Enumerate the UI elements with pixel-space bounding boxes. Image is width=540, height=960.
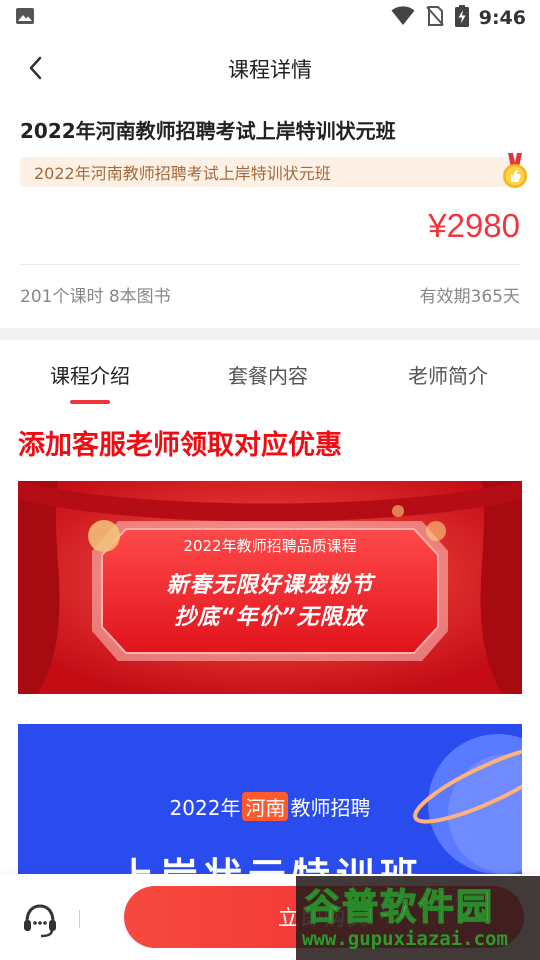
wifi-icon bbox=[391, 5, 415, 31]
course-tag-banner: 2022年河南教师招聘考试上岸特训状元班 bbox=[20, 157, 520, 187]
battery-charging-icon bbox=[454, 5, 469, 31]
course-price: ¥2980 bbox=[428, 207, 520, 244]
banner-headline-2: 抄底“年价”无限放 bbox=[174, 605, 366, 630]
chevron-left-icon bbox=[28, 56, 44, 84]
image-icon bbox=[14, 5, 36, 31]
status-bar: 9:46 bbox=[0, 0, 540, 36]
banner-headline: 上岸状元特训班 bbox=[18, 846, 522, 874]
promo-heading: 添加客服老师领取对应优惠 bbox=[18, 430, 342, 461]
promo-banner-new-year[interactable]: 2022年教师招聘品质课程 新春无限好课宠粉节 抄底“年价”无限放 bbox=[18, 481, 522, 694]
tab-teacher-profile[interactable]: 老师简介 bbox=[408, 360, 488, 389]
watermark-url: www.gupuxiazai.com bbox=[302, 928, 508, 950]
back-button[interactable] bbox=[18, 52, 54, 88]
banner-category: 教师招聘 bbox=[290, 796, 371, 820]
banner-region-highlight: 河南 bbox=[242, 792, 289, 821]
medal-thumb-icon bbox=[500, 153, 530, 189]
promo-banner-henan[interactable]: 2022年 河南 教师招聘 上岸状元特训班 bbox=[18, 724, 522, 874]
tab-package-contents[interactable]: 套餐内容 bbox=[228, 360, 308, 389]
course-detail-page: 9:46 课程详情 2022年河南教师招聘考试上岸特训状元班 2022年河南教师… bbox=[0, 0, 540, 960]
lessons-info: 201个课时 8本图书 bbox=[20, 287, 171, 307]
banner-subtitle: 2022年 河南 教师招聘 bbox=[18, 792, 522, 821]
banner-year: 2022年 bbox=[169, 796, 241, 820]
no-sim-icon bbox=[425, 5, 445, 31]
banner-subtitle: 2022年教师招聘品质课程 bbox=[183, 537, 357, 555]
site-watermark: 谷普软件园 www.gupuxiazai.com bbox=[296, 876, 540, 960]
divider bbox=[20, 264, 520, 265]
course-title: 2022年河南教师招聘考试上岸特训状元班 bbox=[20, 119, 396, 143]
customer-service-button[interactable] bbox=[20, 900, 60, 940]
customer-service-icon bbox=[20, 904, 60, 944]
app-header: 课程详情 bbox=[0, 40, 540, 98]
tab-course-intro[interactable]: 课程介绍 bbox=[50, 360, 130, 389]
active-tab-indicator bbox=[70, 400, 110, 404]
bottom-divider bbox=[79, 910, 80, 928]
validity-period: 有效期365天 bbox=[419, 287, 520, 307]
page-title: 课程详情 bbox=[228, 58, 312, 82]
course-tag-text: 2022年河南教师招聘考试上岸特训状元班 bbox=[34, 164, 331, 183]
banner-headline: 新春无限好课宠粉节 bbox=[166, 573, 374, 598]
tab-bar: 课程介绍 套餐内容 老师简介 bbox=[0, 344, 540, 406]
status-time: 9:46 bbox=[478, 7, 526, 29]
watermark-logo: 谷普软件园 bbox=[303, 886, 495, 929]
section-gap bbox=[0, 328, 540, 340]
